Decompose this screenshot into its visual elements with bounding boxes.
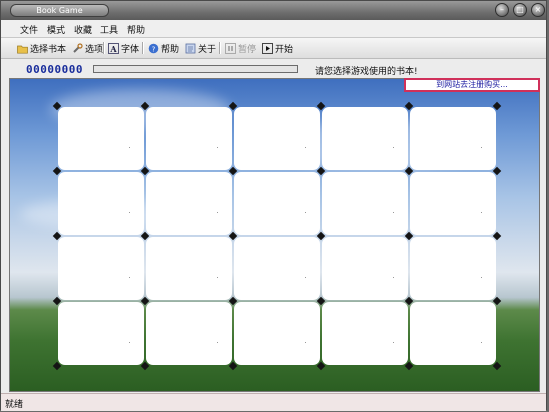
card-slot[interactable]	[146, 302, 232, 365]
help-button[interactable]: ? 帮助	[148, 41, 179, 55]
menu-tools[interactable]: 工具	[100, 23, 118, 36]
card-mark	[305, 277, 306, 278]
help-label: 帮助	[161, 44, 180, 55]
card-mark	[481, 147, 482, 148]
pause-button[interactable]: 暂停	[225, 41, 256, 55]
folder-icon	[17, 43, 28, 54]
status-text: 就绪	[5, 400, 24, 410]
menu-favorites[interactable]: 收藏	[74, 23, 92, 36]
card-mark	[129, 277, 130, 278]
card-mark	[393, 212, 394, 213]
card-slot[interactable]	[58, 107, 144, 170]
about-label: 关于	[198, 44, 217, 55]
wrench-icon	[72, 42, 83, 54]
toolbar-separator	[219, 42, 221, 54]
card-slot[interactable]	[410, 172, 496, 235]
toolbar-separator	[142, 42, 144, 54]
font-label: 字体	[121, 44, 140, 55]
card-mark	[217, 212, 218, 213]
close-button[interactable]: ×	[531, 3, 545, 17]
help-icon: ?	[148, 43, 159, 54]
start-button[interactable]: 开始	[262, 41, 293, 55]
card-slot[interactable]	[146, 172, 232, 235]
card-mark	[393, 147, 394, 148]
status-bar: 就绪	[1, 393, 546, 411]
minimize-button[interactable]: –	[495, 3, 509, 17]
window-title: Book Game	[10, 4, 109, 17]
card-mark	[393, 342, 394, 343]
menu-mode[interactable]: 模式	[47, 23, 65, 36]
card-mark	[481, 342, 482, 343]
menu-help[interactable]: 帮助	[127, 23, 145, 36]
menu-file[interactable]: 文件	[20, 23, 38, 36]
card-mark	[217, 277, 218, 278]
about-button[interactable]: 关于	[185, 41, 216, 55]
font-icon: A	[108, 42, 119, 54]
register-purchase-link[interactable]: 到网站去注册购买...	[404, 78, 540, 92]
progress-bar	[93, 65, 298, 73]
menu-bar: 文件 模式 收藏 工具 帮助	[1, 20, 546, 38]
card-slot[interactable]	[58, 237, 144, 300]
select-book-label: 选择书本	[30, 44, 67, 55]
card-mark	[481, 277, 482, 278]
play-icon	[262, 42, 273, 54]
grid-corner-marker	[492, 361, 502, 371]
card-slot[interactable]	[234, 237, 320, 300]
maximize-button[interactable]: □	[513, 3, 527, 17]
options-button[interactable]: 选项	[72, 41, 103, 55]
card-mark	[393, 277, 394, 278]
svg-text:?: ?	[152, 45, 156, 53]
card-slot[interactable]	[234, 172, 320, 235]
card-slot[interactable]	[322, 302, 408, 365]
card-slot[interactable]	[234, 302, 320, 365]
toolbar: 选择书本 选项 A 字体 ? 帮助 关于 暂停 开始	[1, 38, 546, 59]
card-slot[interactable]	[234, 107, 320, 170]
card-slot[interactable]	[322, 172, 408, 235]
card-mark	[217, 147, 218, 148]
card-slot[interactable]	[146, 237, 232, 300]
card-slot[interactable]	[410, 237, 496, 300]
title-bar[interactable]: Book Game – □ ×	[1, 1, 546, 20]
card-mark	[305, 212, 306, 213]
card-mark	[129, 147, 130, 148]
card-mark	[305, 147, 306, 148]
card-slot[interactable]	[322, 107, 408, 170]
card-slot[interactable]	[410, 107, 496, 170]
game-board-area[interactable]	[9, 78, 540, 392]
card-mark	[481, 212, 482, 213]
card-slot[interactable]	[58, 302, 144, 365]
card-slot[interactable]	[146, 107, 232, 170]
app-window: Book Game – □ × 文件 模式 收藏 工具 帮助 选择书本 选项 A…	[0, 0, 547, 411]
card-mark	[305, 342, 306, 343]
card-slot[interactable]	[410, 302, 496, 365]
select-book-hint: 请您选择游戏使用的书本!	[315, 67, 418, 77]
start-label: 开始	[275, 44, 294, 55]
card-mark	[129, 212, 130, 213]
toolbar-separator	[103, 42, 105, 54]
score-counter: 00000000	[26, 63, 83, 76]
card-slot[interactable]	[58, 172, 144, 235]
pause-label: 暂停	[238, 44, 257, 55]
card-slot[interactable]	[322, 237, 408, 300]
select-book-button[interactable]: 选择书本	[17, 41, 66, 55]
pause-icon	[225, 42, 236, 54]
info-icon	[185, 43, 196, 54]
card-mark	[129, 342, 130, 343]
card-mark	[217, 342, 218, 343]
options-label: 选项	[85, 44, 104, 55]
font-button[interactable]: A 字体	[108, 41, 139, 55]
